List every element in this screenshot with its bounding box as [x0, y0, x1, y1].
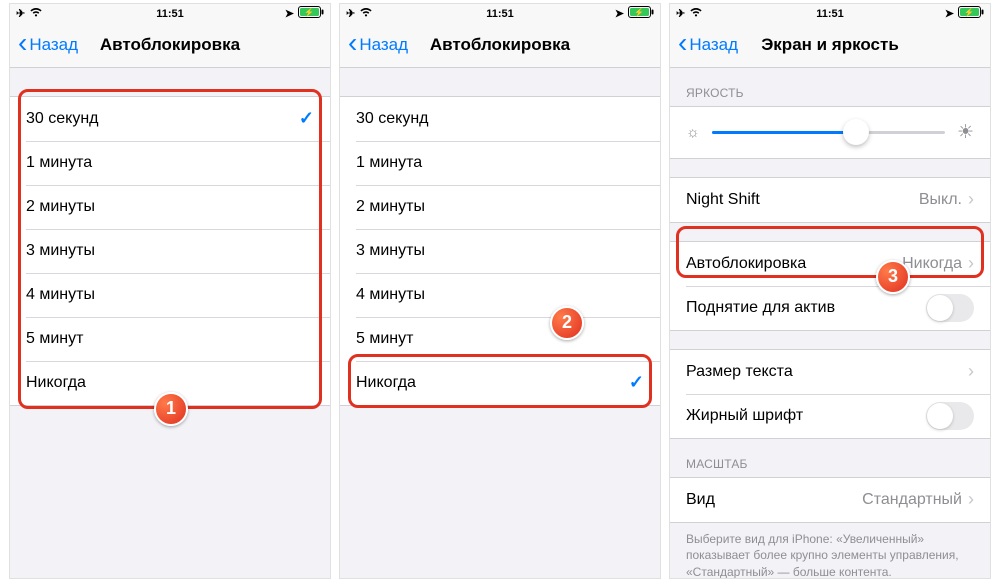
back-button[interactable]: ‹ Назад [678, 35, 738, 55]
view-value: Стандартный [862, 491, 962, 509]
sun-small-icon: ☼ [686, 124, 700, 141]
battery-icon: ⚡ [298, 6, 324, 21]
footer-text: Выберите вид для iPhone: «Увеличенный» п… [670, 523, 990, 579]
option-4m[interactable]: 4 минуты [10, 273, 330, 317]
checkmark-icon: ✓ [299, 108, 314, 129]
option-5m[interactable]: 5 минут [10, 317, 330, 361]
zoom-header: МАСШТАБ [670, 439, 990, 477]
text-group: Размер текста › Жирный шрифт [670, 349, 990, 439]
raise-to-wake-row[interactable]: Поднятие для актив [670, 286, 990, 330]
svg-text:⚡: ⚡ [964, 7, 974, 17]
raise-switch[interactable] [926, 294, 974, 322]
text-size-row[interactable]: Размер текста › [670, 350, 990, 394]
chevron-right-icon: › [968, 253, 974, 274]
back-button[interactable]: ‹ Назад [348, 35, 408, 55]
option-30s[interactable]: 30 секунд [340, 97, 660, 141]
brightness-slider[interactable] [712, 131, 945, 134]
content: ЯРКОСТЬ ☼ ☀ Night Shift Выкл. › [670, 68, 990, 579]
nav-bar: ‹ Назад Экран и яркость [670, 24, 990, 68]
option-2m[interactable]: 2 минуты [340, 185, 660, 229]
option-2m[interactable]: 2 минуты [10, 185, 330, 229]
battery-icon: ⚡ [628, 6, 654, 21]
wifi-icon [29, 7, 43, 20]
brightness-row: ☼ ☀ [670, 106, 990, 159]
autolock-label: Автоблокировка [686, 255, 806, 273]
night-shift-row[interactable]: Night Shift Выкл. › [670, 178, 990, 222]
option-4m[interactable]: 4 минуты [340, 273, 660, 317]
location-icon: ➤ [945, 7, 954, 20]
bold-text-row[interactable]: Жирный шрифт [670, 394, 990, 438]
content: 30 секунд 1 минута 2 минуты 3 минуты 4 м… [340, 96, 660, 406]
chevron-right-icon: › [968, 361, 974, 382]
nav-bar: ‹ Назад Автоблокировка [10, 24, 330, 68]
phone-1: ✈ 11:51 ➤ ⚡ ‹ Назад Автоблокировка 30 [9, 3, 331, 579]
night-shift-label: Night Shift [686, 191, 760, 209]
status-time: 11:51 [670, 8, 990, 20]
autolock-options-group: 30 секунд✓ 1 минута 2 минуты 3 минуты 4 … [10, 96, 330, 406]
chevron-right-icon: › [968, 189, 974, 210]
option-never[interactable]: Никогда [10, 361, 330, 405]
option-1m[interactable]: 1 минута [340, 141, 660, 185]
battery-icon: ⚡ [958, 6, 984, 21]
option-never[interactable]: Никогда✓ [340, 361, 660, 405]
night-shift-value: Выкл. [919, 191, 962, 209]
option-1m[interactable]: 1 минута [10, 141, 330, 185]
phone-2: ✈ 11:51 ➤ ⚡ ‹ Назад Автоблокировка 30 [339, 3, 661, 579]
back-label: Назад [689, 35, 738, 55]
option-30s[interactable]: 30 секунд✓ [10, 97, 330, 141]
autolock-row[interactable]: Автоблокировка Никогда › [670, 242, 990, 286]
wifi-icon [359, 7, 373, 20]
airplane-icon: ✈ [16, 7, 25, 20]
option-3m[interactable]: 3 минуты [340, 229, 660, 273]
chevron-right-icon: › [968, 489, 974, 510]
view-group: Вид Стандартный › [670, 477, 990, 523]
content: 30 секунд✓ 1 минута 2 минуты 3 минуты 4 … [10, 96, 330, 406]
night-shift-group: Night Shift Выкл. › [670, 177, 990, 223]
option-5m[interactable]: 5 минут [340, 317, 660, 361]
autolock-options-group: 30 секунд 1 минута 2 минуты 3 минуты 4 м… [340, 96, 660, 406]
status-bar: ✈ 11:51 ➤ ⚡ [340, 4, 660, 24]
autolock-value: Никогда [902, 255, 962, 273]
view-row[interactable]: Вид Стандартный › [670, 478, 990, 522]
airplane-icon: ✈ [676, 7, 685, 20]
checkmark-icon: ✓ [629, 372, 644, 393]
location-icon: ➤ [285, 7, 294, 20]
status-bar: ✈ 11:51 ➤ ⚡ [10, 4, 330, 24]
svg-text:⚡: ⚡ [634, 7, 644, 17]
view-label: Вид [686, 491, 715, 509]
phone-3: ✈ 11:51 ➤ ⚡ ‹ Назад Экран и яркость ЯРКО… [669, 3, 991, 579]
sun-big-icon: ☀ [957, 121, 974, 144]
status-time: 11:51 [10, 8, 330, 20]
autolock-group: Автоблокировка Никогда › Поднятие для ак… [670, 241, 990, 331]
option-3m[interactable]: 3 минуты [10, 229, 330, 273]
wifi-icon [689, 7, 703, 20]
location-icon: ➤ [615, 7, 624, 20]
bold-label: Жирный шрифт [686, 407, 803, 425]
status-bar: ✈ 11:51 ➤ ⚡ [670, 4, 990, 24]
bold-switch[interactable] [926, 402, 974, 430]
text-size-label: Размер текста [686, 363, 793, 381]
back-button[interactable]: ‹ Назад [18, 35, 78, 55]
raise-label: Поднятие для актив [686, 299, 835, 317]
airplane-icon: ✈ [346, 7, 355, 20]
brightness-header: ЯРКОСТЬ [670, 68, 990, 106]
svg-text:⚡: ⚡ [304, 7, 314, 17]
nav-bar: ‹ Назад Автоблокировка [340, 24, 660, 68]
back-label: Назад [29, 35, 78, 55]
status-time: 11:51 [340, 8, 660, 20]
back-label: Назад [359, 35, 408, 55]
